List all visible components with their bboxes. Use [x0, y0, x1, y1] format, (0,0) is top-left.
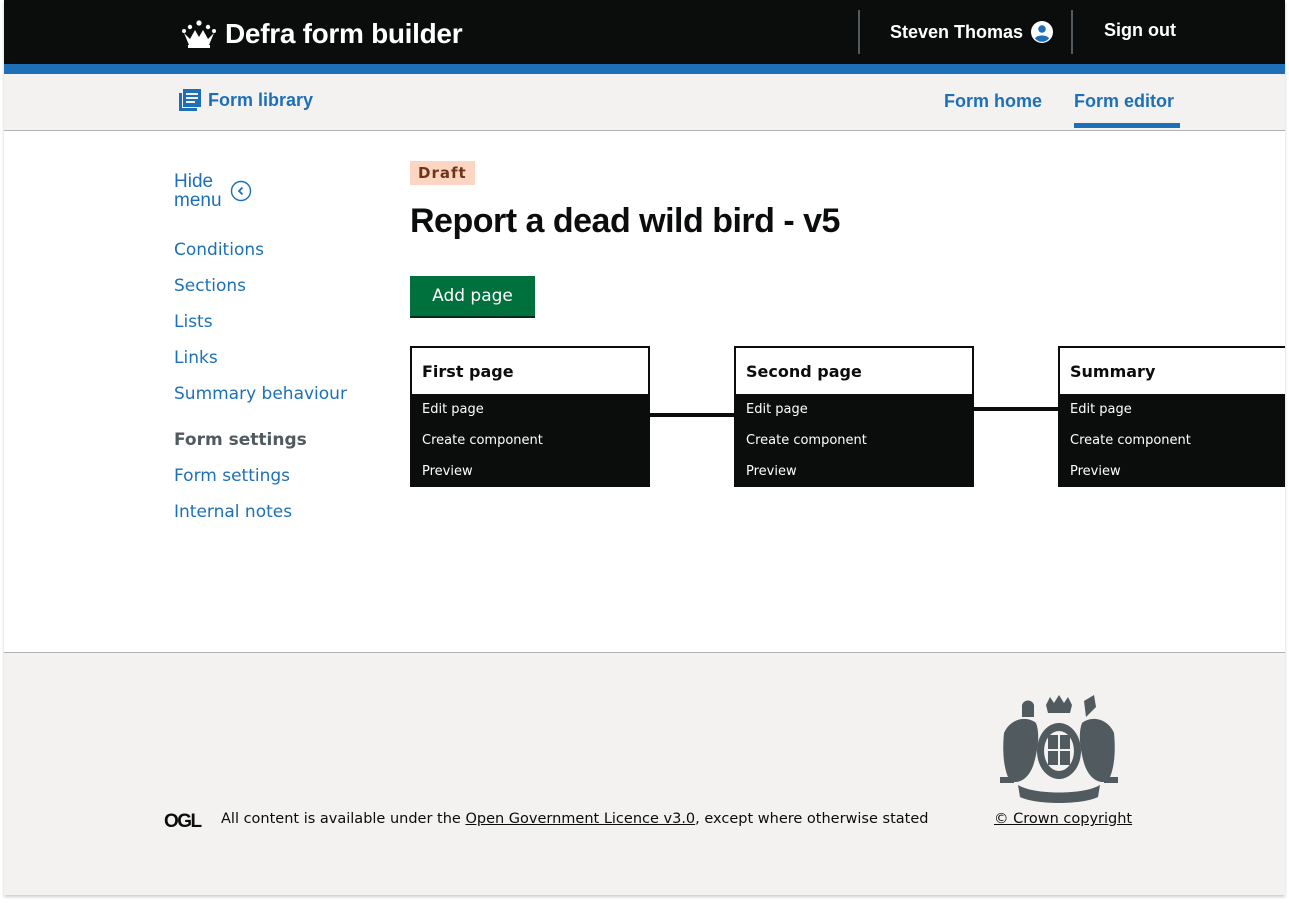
status-badge: Draft — [410, 161, 475, 185]
form-editor-link[interactable]: Form editor — [1074, 91, 1174, 112]
sidebar-item-internal-notes[interactable]: Internal notes — [174, 502, 292, 522]
user-account[interactable]: Steven Thomas — [890, 18, 1054, 46]
page-card-actions: Edit page Create component Preview — [1060, 394, 1285, 493]
licence-text: All content is available under the Open … — [221, 811, 928, 827]
sidebar-item-summary-behaviour[interactable]: Summary behaviour — [174, 384, 347, 404]
create-component-link[interactable]: Create component — [412, 431, 648, 462]
ogl-logo-icon: OGL — [164, 811, 204, 829]
edit-page-link[interactable]: Edit page — [412, 400, 648, 431]
create-component-link[interactable]: Create component — [1060, 431, 1285, 462]
page-card: First page Edit page Create component Pr… — [410, 346, 650, 487]
add-page-button[interactable]: Add page — [410, 276, 535, 316]
service-name-link[interactable]: Defra form builder — [181, 18, 463, 50]
preview-link[interactable]: Preview — [1060, 462, 1285, 493]
page-card-actions: Edit page Create component Preview — [736, 394, 972, 493]
hide-menu-button[interactable]: Hide menu — [174, 172, 252, 210]
app-frame: Defra form builder Steven Thomas Sign ou… — [4, 0, 1285, 895]
crown-copyright-link[interactable]: © Crown copyright — [994, 811, 1132, 827]
royal-coat-of-arms-icon — [1000, 695, 1118, 803]
form-library-label: Form library — [208, 89, 314, 110]
page-connector — [650, 413, 734, 417]
sidebar-item-sections[interactable]: Sections — [174, 276, 246, 296]
sidebar-item-form-settings[interactable]: Form settings — [174, 466, 290, 486]
page-card: Summary Edit page Create component Previ… — [1058, 346, 1285, 487]
preview-link[interactable]: Preview — [412, 462, 648, 493]
crown-icon — [182, 20, 216, 48]
form-home-link[interactable]: Form home — [944, 91, 1042, 112]
page-card-title: Summary — [1060, 348, 1285, 394]
hide-menu-label-line1: Hide — [174, 171, 214, 192]
hide-menu-label-line2: menu — [174, 190, 222, 211]
page-title: Report a dead wild bird - v5 — [410, 202, 840, 240]
header-divider — [1071, 10, 1073, 54]
edit-page-link[interactable]: Edit page — [1060, 400, 1285, 431]
user-name: Steven Thomas — [890, 21, 1024, 42]
page-card-title: Second page — [736, 348, 972, 394]
sidebar-item-links[interactable]: Links — [174, 348, 218, 368]
sidebar-item-lists[interactable]: Lists — [174, 312, 213, 332]
sub-navigation: Form library Form home Form editor — [4, 74, 1285, 131]
service-name: Defra form builder — [225, 18, 463, 49]
hide-menu-label: Hide menu — [174, 172, 230, 210]
preview-link[interactable]: Preview — [736, 462, 972, 493]
page-card-actions: Edit page Create component Preview — [412, 394, 648, 493]
edit-page-link[interactable]: Edit page — [736, 400, 972, 431]
licence-prefix: All content is available under the — [221, 811, 466, 827]
user-circle-icon — [1031, 21, 1054, 43]
form-library-link[interactable]: Form library — [178, 88, 313, 112]
licence-link[interactable]: Open Government Licence v3.0 — [465, 811, 695, 827]
page-card: Second page Edit page Create component P… — [734, 346, 974, 487]
page-card-title: First page — [412, 348, 648, 394]
page-connector — [974, 407, 1058, 411]
header-accent-bar — [4, 64, 1285, 74]
site-header: Defra form builder Steven Thomas Sign ou… — [4, 0, 1285, 64]
active-tab-indicator — [1074, 123, 1180, 128]
create-component-link[interactable]: Create component — [736, 431, 972, 462]
header-divider — [858, 10, 860, 54]
site-footer: OGL All content is available under the O… — [4, 652, 1285, 895]
licence-suffix: , except where otherwise stated — [695, 811, 929, 827]
sign-out-link[interactable]: Sign out — [1104, 20, 1176, 41]
sidebar-heading-form-settings: Form settings — [174, 430, 307, 450]
ogl-logo-text: OGL — [164, 811, 203, 829]
library-icon — [179, 89, 201, 111]
chevron-left-icon — [230, 180, 252, 202]
sidebar-item-conditions[interactable]: Conditions — [174, 240, 264, 260]
